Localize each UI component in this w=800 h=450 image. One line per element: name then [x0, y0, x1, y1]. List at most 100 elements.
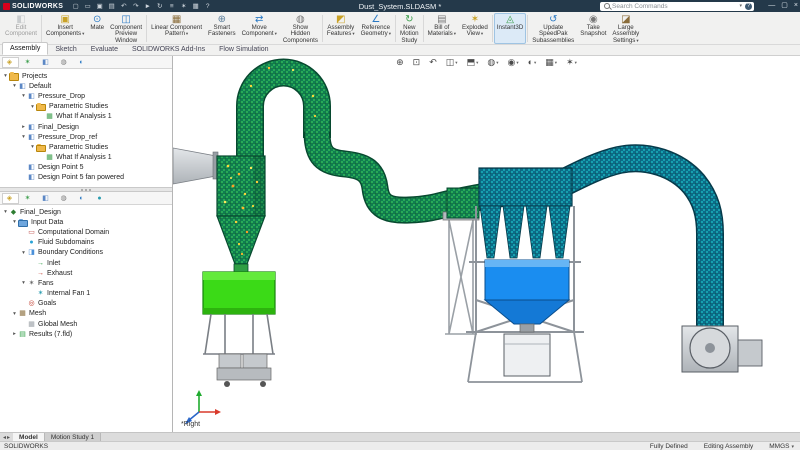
panel-tab-propertymanager-tab[interactable]: ✶	[20, 193, 37, 204]
new-document-icon[interactable]: ▢	[71, 2, 80, 11]
tree-item-parametric-studies[interactable]: ▾Parametric Studies	[2, 142, 172, 152]
close-button[interactable]: ×	[794, 0, 798, 12]
tree-item-inlet[interactable]: →Inlet	[2, 258, 172, 268]
dropdown-chevron-icon[interactable]: ▾	[575, 60, 577, 66]
tree-item-pressure-drop[interactable]: ▾◧Pressure_Drop	[2, 91, 172, 101]
ribbon-button-instant3d[interactable]: ◬Instant3D	[494, 13, 526, 44]
ribbon-button-reference-geometry[interactable]: ∠ReferenceGeometry▾	[358, 13, 394, 44]
dropdown-chevron-icon[interactable]: ▾	[476, 60, 478, 66]
undo-icon[interactable]: ↶	[119, 2, 128, 11]
ribbon-button-take-snapshot[interactable]: ◉TakeSnapshot	[577, 13, 609, 44]
select-icon[interactable]: ►	[143, 2, 152, 11]
dropdown-chevron-icon[interactable]: ▾	[455, 60, 457, 66]
tree-caret-icon[interactable]: ▾	[2, 73, 9, 79]
tree-caret-icon[interactable]: ▸	[11, 331, 18, 337]
ribbon-button-show-hidden-components[interactable]: ◍ShowHiddenComponents	[280, 13, 321, 44]
tree-caret-icon[interactable]: ▾	[29, 104, 36, 110]
ribbon-button-large-assembly-settings[interactable]: ◪LargeAssemblySettings▾	[609, 13, 642, 44]
panel-tab-displaymanager-tab[interactable]: ◐	[74, 193, 91, 204]
tab-sketch[interactable]: Sketch	[48, 44, 83, 55]
tree-item-mesh[interactable]: ▾▦Mesh	[2, 309, 172, 319]
ribbon-button-bill-of-materials[interactable]: ▤Bill ofMaterials▾	[425, 13, 459, 44]
search-chevron-icon[interactable]: ▾	[739, 3, 742, 9]
dropdown-chevron-icon[interactable]: ▾	[186, 31, 188, 36]
cyclone-inlet-duct[interactable]	[173, 148, 218, 184]
panel-tab-configurationmanager-tab[interactable]: ◧	[38, 57, 55, 68]
tree-caret-icon[interactable]: ▾	[29, 144, 36, 150]
redo-icon[interactable]: ↷	[131, 2, 140, 11]
exhaust-blower[interactable]	[682, 326, 762, 372]
tree-item-final-design[interactable]: ▾◆Final_Design	[2, 207, 172, 217]
dropdown-chevron-icon[interactable]: ▾	[636, 38, 638, 43]
panel-tab-featuremanager-tab[interactable]: ◈	[2, 57, 19, 68]
tree-item-boundary-conditions[interactable]: ▾◨Boundary Conditions	[2, 248, 172, 258]
save-icon[interactable]: ▣	[95, 2, 104, 11]
viewport-zoom-fit-button[interactable]: ⊕	[396, 57, 404, 68]
viewport-view-orientation-button[interactable]: ⬒▾	[467, 57, 479, 68]
print-icon[interactable]: ▤	[107, 2, 116, 11]
baghouse-filter[interactable]	[466, 168, 584, 382]
panel-tab-flow-simulation-tab[interactable]: ●	[92, 193, 109, 204]
tree-item-projects[interactable]: ▾Projects	[2, 71, 172, 81]
tree-caret-icon[interactable]: ▾	[11, 83, 18, 89]
open-document-icon[interactable]: ▭	[83, 2, 92, 11]
maximize-button[interactable]: ▢	[781, 0, 788, 12]
dropdown-chevron-icon[interactable]: ▾	[496, 60, 498, 66]
dropdown-chevron-icon[interactable]: ▾	[454, 31, 456, 36]
duct-junction-box[interactable]	[447, 188, 479, 218]
tree-item-design-point-5[interactable]: ◧Design Point 5	[2, 163, 172, 173]
dropdown-chevron-icon[interactable]: ▾	[555, 60, 557, 66]
viewport-apply-scene-button[interactable]: ▦▾	[545, 57, 557, 68]
tab-evaluate[interactable]: Evaluate	[84, 44, 125, 55]
tree-item-fluid-subdomains[interactable]: ●Fluid Subdomains	[2, 238, 172, 248]
tree-item-what-if-analysis-1[interactable]: ▦What If Analysis 1	[2, 153, 172, 163]
tab-assembly[interactable]: Assembly	[2, 42, 48, 55]
tree-item-final-design[interactable]: ▸◧Final_Design	[2, 122, 172, 132]
dropdown-chevron-icon[interactable]: ▾	[389, 31, 391, 36]
ribbon-button-exploded-view[interactable]: ✶ExplodedView▾	[459, 13, 491, 44]
unit-system-chevron-icon[interactable]: ▾	[791, 444, 794, 450]
tree-item-internal-fan-1[interactable]: ✶Internal Fan 1	[2, 289, 172, 299]
dropdown-chevron-icon[interactable]: ▾	[534, 60, 536, 66]
file-properties-icon[interactable]: ≡	[167, 2, 176, 11]
viewport-edit-appearance-button[interactable]: ◐▾	[528, 57, 537, 68]
tab-scroll-arrows[interactable]: ◂▸	[0, 434, 13, 441]
viewport-display-style-button[interactable]: ◍▾	[487, 57, 498, 68]
ribbon-button-mate[interactable]: ⊙Mate	[87, 13, 107, 44]
dropdown-chevron-icon[interactable]: ▾	[352, 31, 354, 36]
minimize-button[interactable]: —	[768, 0, 775, 12]
tree-item-global-mesh[interactable]: ▦Global Mesh	[2, 319, 172, 329]
tree-item-design-point-5-fan-powered[interactable]: ◧Design Point 5 fan powered	[2, 173, 172, 183]
tree-caret-icon[interactable]: ▾	[20, 93, 27, 99]
ribbon-button-smart-fasteners[interactable]: ⊕SmartFasteners	[205, 13, 239, 44]
graphics-viewport[interactable]: ⊕⊡↶◫▾⬒▾◍▾◉▾◐▾▦▾✶▾	[173, 56, 800, 432]
panel-tab-propertymanager-tab[interactable]: ✶	[20, 57, 37, 68]
viewport-hide-show-items-button[interactable]: ◉▾	[507, 57, 518, 68]
help-icon[interactable]: ?	[745, 3, 752, 10]
panel-tab-featuremanager-tab[interactable]: ◈	[2, 193, 19, 204]
tree-item-default[interactable]: ▾◧Default	[2, 81, 172, 91]
tree-caret-icon[interactable]: ▾	[20, 250, 27, 256]
panel-tab-dimxpertmanager-tab[interactable]: ◍	[56, 57, 73, 68]
tree-item-exhaust[interactable]: →Exhaust	[2, 268, 172, 278]
tree-item-results-7-fld[interactable]: ▸▤Results (7.fld)	[2, 329, 172, 339]
viewport-zoom-area-button[interactable]: ⊡	[413, 57, 421, 68]
ribbon-button-insert-components[interactable]: ▣InsertComponents▾	[43, 13, 87, 44]
command-search[interactable]: ▾ ?	[600, 2, 754, 11]
tree-caret-icon[interactable]: ▾	[2, 209, 9, 215]
options-icon[interactable]: ✶	[179, 2, 188, 11]
cyclone-separator[interactable]	[203, 156, 275, 387]
tree-item-goals[interactable]: ◎Goals	[2, 299, 172, 309]
search-input[interactable]	[612, 2, 738, 10]
tab-flow-simulation[interactable]: Flow Simulation	[212, 44, 275, 55]
ribbon-button-assembly-features[interactable]: ◩AssemblyFeatures▾	[324, 13, 358, 44]
color-swatch-icon[interactable]: ▦	[191, 2, 200, 11]
status-mmgs[interactable]: MMGS▾	[769, 443, 794, 450]
tree-item-pressure-drop-ref[interactable]: ▾◧Pressure_Drop_ref	[2, 132, 172, 142]
viewport-view-settings-button[interactable]: ✶▾	[566, 57, 577, 68]
rebuild-icon[interactable]: ↻	[155, 2, 164, 11]
tree-item-computational-domain[interactable]: ▭Computational Domain	[2, 227, 172, 237]
ribbon-button-component-preview-window[interactable]: ◫ComponentPreviewWindow	[107, 13, 145, 44]
tree-item-fans[interactable]: ▾✶Fans	[2, 278, 172, 288]
viewport-previous-view-button[interactable]: ↶	[429, 57, 437, 68]
